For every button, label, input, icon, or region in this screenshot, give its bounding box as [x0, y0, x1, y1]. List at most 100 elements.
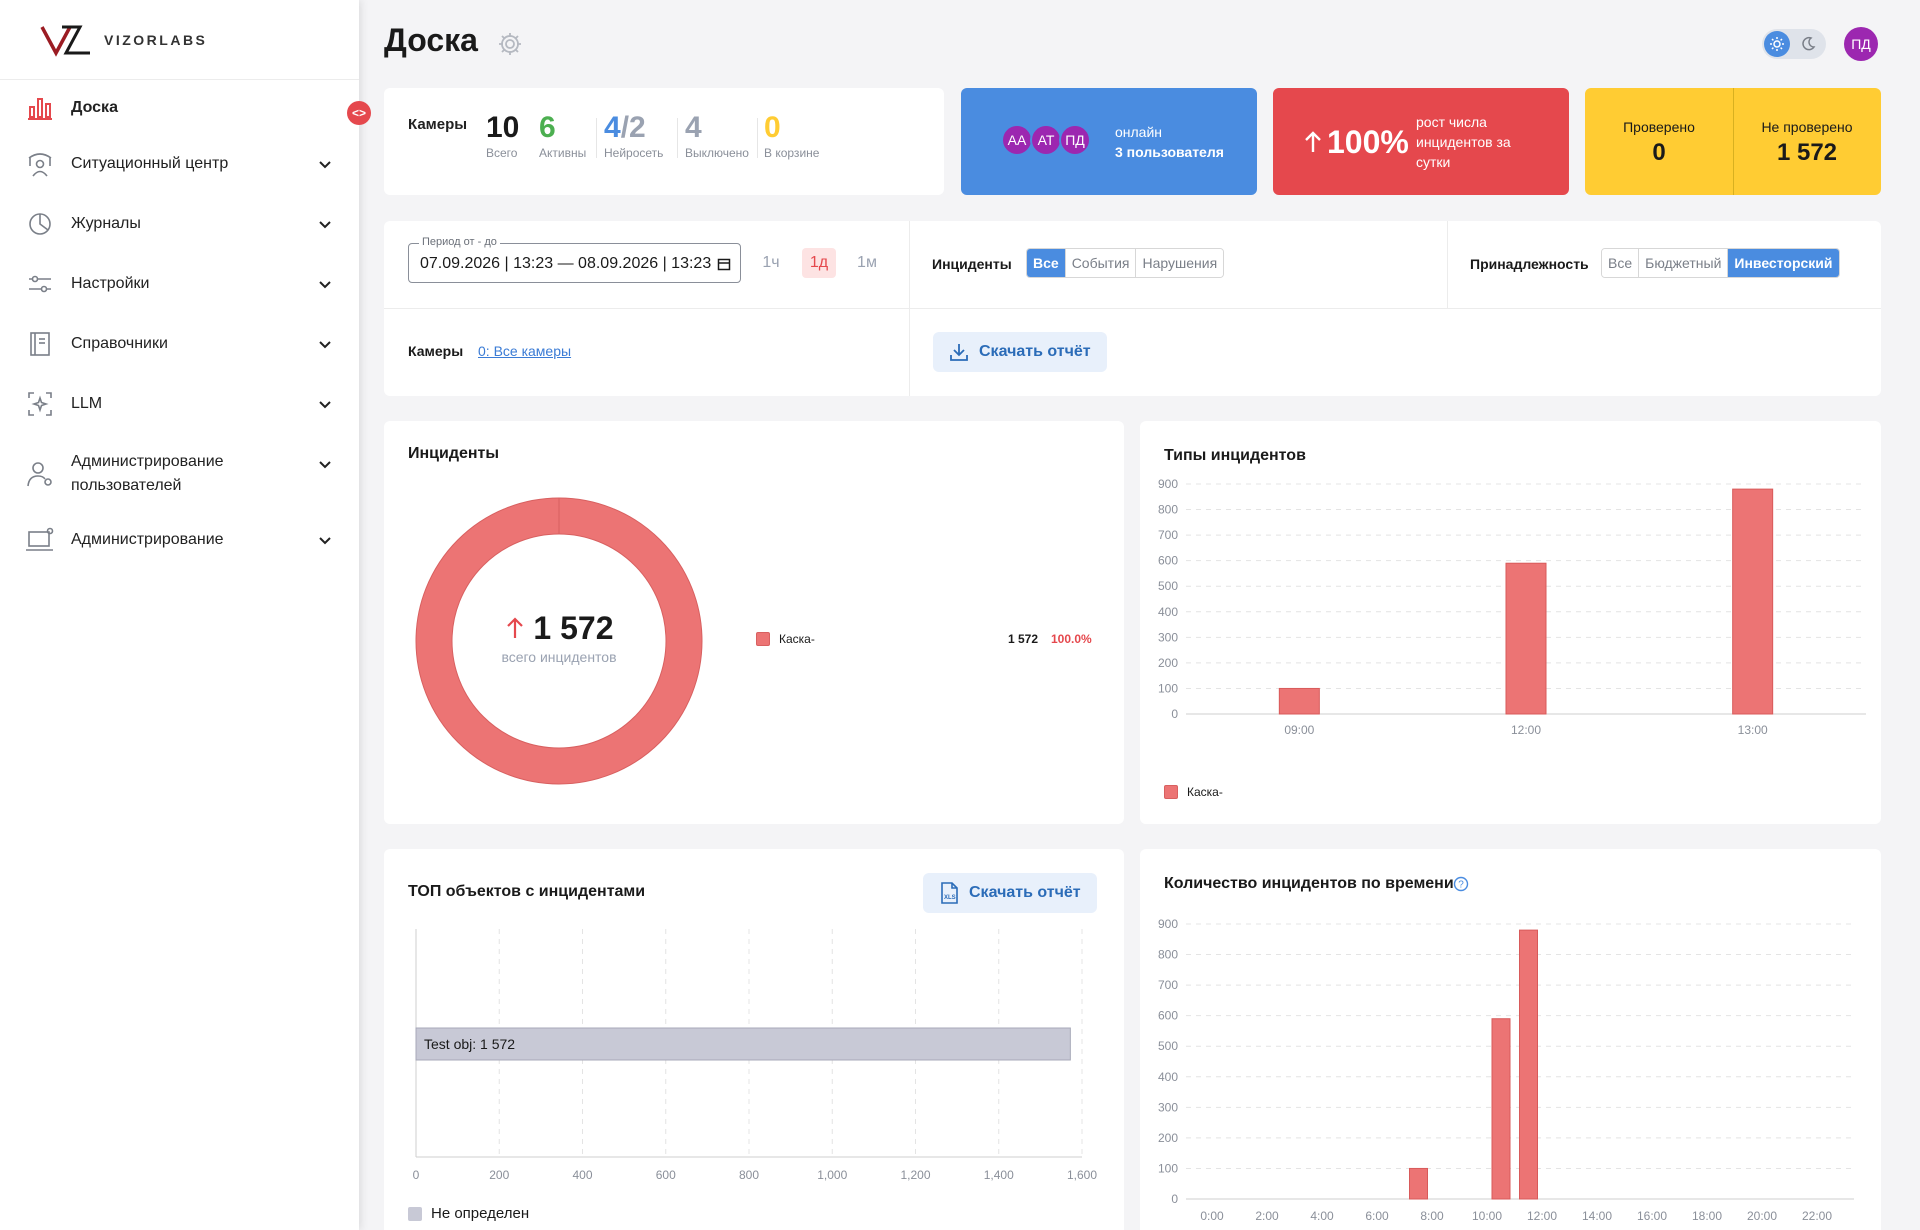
bar [1278, 687, 1320, 715]
y-tick-label: 0 [1171, 707, 1178, 721]
chevron-down-icon [319, 161, 331, 169]
unchecked-block[interactable]: Не проверено 1 572 [1733, 88, 1881, 195]
x-tick-label: 18:00 [1692, 1209, 1722, 1223]
x-tick-label: 4:00 [1310, 1209, 1334, 1223]
period-input[interactable]: Период от - до 07.09.2026 | 13:23 — 08.0… [408, 236, 741, 283]
online-label: онлайн [1115, 124, 1163, 140]
belonging-all-option[interactable]: Все [1602, 249, 1640, 277]
y-tick-label: 0 [1171, 1192, 1178, 1206]
y-tick-label: 800 [1158, 503, 1178, 517]
bar-label: Test obj: 1 572 [424, 1036, 515, 1052]
y-tick-label: 600 [1158, 1009, 1178, 1023]
legend-label: Не определен [431, 1205, 530, 1222]
bar [1491, 1018, 1511, 1200]
logo[interactable]: VIZORLABS [0, 0, 359, 80]
x-tick-label: 12:00 [1511, 723, 1541, 737]
growth-text: рост числа инцидентов за сутки [1416, 114, 1511, 170]
sidebar-collapse-button[interactable]: <> [347, 101, 371, 125]
avatar: АТ [1030, 124, 1062, 156]
range-1d-button[interactable]: 1д [802, 248, 836, 278]
belonging-investor-option[interactable]: Инвесторский [1728, 249, 1839, 277]
user-avatar[interactable]: ПД [1844, 27, 1878, 61]
avatar: ПД [1059, 124, 1091, 156]
cameras-title: Камеры [408, 116, 468, 133]
belonging-filter-segment: Все Бюджетный Инвесторский [1601, 248, 1840, 278]
cameras-trash-stat: 0 В корзине [764, 111, 820, 161]
brand-name: VIZORLABS [104, 31, 208, 48]
incidents-total: 1 572 [533, 610, 614, 646]
sidebar-item-references[interactable]: Справочники [0, 328, 359, 360]
checked-block[interactable]: Проверено 0 [1585, 88, 1733, 195]
cameras-neural-stat: 4/2 Нейросеть [604, 111, 664, 161]
sidebar-item-label: LLM [71, 395, 103, 412]
user-gear-icon [25, 459, 55, 489]
sliders-icon [25, 269, 55, 299]
stat-value: 4 [604, 111, 621, 144]
y-tick-label: 600 [1158, 554, 1178, 568]
sidebar-item-settings[interactable]: Настройки [0, 268, 359, 300]
sidebar-item-board[interactable]: Доска [0, 92, 359, 124]
stat-value-secondary: /2 [620, 111, 646, 144]
stat-caption: Выключено [685, 146, 749, 160]
legend-label: Каска- [1187, 785, 1223, 799]
incidents-chart-title: Инциденты [408, 445, 500, 462]
sidebar-item-user-admin[interactable]: Администрирование пользователей [0, 448, 359, 500]
bar [1732, 488, 1774, 715]
y-tick-label: 700 [1158, 528, 1178, 542]
incidents-all-option[interactable]: Все [1027, 249, 1066, 277]
gear-icon[interactable] [497, 31, 523, 57]
sidebar-item-journals[interactable]: Журналы [0, 208, 359, 240]
vizorlabs-logo-icon [40, 25, 90, 57]
online-users-card[interactable]: АА АТ ПД онлайн 3 пользователя [961, 88, 1257, 195]
theme-toggle[interactable] [1762, 29, 1826, 59]
incidents-by-time-card: Количество инцидентов по времени ? 0 100 2… [1140, 849, 1881, 1230]
divider [1447, 221, 1448, 308]
stat-value: 0 [764, 111, 781, 144]
stat-caption: Нейросеть [604, 146, 664, 160]
period-label: Период от - до [419, 236, 500, 248]
x-tick-label: 12:00 [1527, 1209, 1557, 1223]
calendar-icon[interactable] [717, 257, 731, 271]
x-tick-label: 10:00 [1472, 1209, 1502, 1223]
x-tick-label: 8:00 [1420, 1209, 1444, 1223]
chevron-down-icon [319, 341, 331, 349]
laptop-gear-icon [25, 525, 55, 555]
x-tick-label: 20:00 [1747, 1209, 1777, 1223]
page-title: Доска [384, 22, 478, 58]
x-tick-label: 14:00 [1582, 1209, 1612, 1223]
online-count: 3 пользователя [1115, 144, 1224, 160]
incidents-events-option[interactable]: События [1065, 249, 1137, 277]
stat-caption: Активны [539, 146, 587, 160]
incident-types-chart: 0 100 200 300 400 500 600 700 800 900 09:00 12:00 13… [1158, 477, 1866, 737]
chevron-down-icon [319, 537, 331, 545]
sidebar-item-situation-center[interactable]: Ситуационный центр [0, 148, 359, 180]
download-report-button[interactable]: Скачать отчёт [933, 332, 1107, 372]
sidebar-item-label: Доска [71, 99, 118, 116]
download-icon [950, 344, 968, 361]
y-tick-label: 800 [1158, 948, 1178, 962]
cameras-filter-link[interactable]: 0: Все камеры [478, 343, 571, 359]
x-tick-label: 09:00 [1284, 723, 1314, 737]
stat-value: 6 [539, 111, 556, 144]
avatar: АА [1001, 124, 1033, 156]
sidebar-item-admin[interactable]: Администрирование [0, 524, 359, 556]
belonging-budget-option[interactable]: Бюджетный [1639, 249, 1729, 277]
sun-icon [1764, 31, 1790, 57]
book-icon [25, 329, 55, 359]
chevron-down-icon [319, 221, 331, 229]
arrow-up-icon [1305, 131, 1321, 152]
stat-caption: В корзине [764, 146, 820, 160]
llm-icon [25, 389, 55, 419]
incidents-violations-option[interactable]: Нарушения [1136, 249, 1224, 277]
x-tick-label: 1,400 [984, 1168, 1014, 1182]
chevron-down-icon [319, 401, 331, 409]
y-tick-label: 300 [1158, 1100, 1178, 1114]
x-tick-label: 200 [489, 1168, 509, 1182]
x-tick-label: 13:00 [1738, 723, 1768, 737]
range-1h-button[interactable]: 1ч [756, 248, 786, 278]
x-tick-label: 1,000 [817, 1168, 847, 1182]
range-1m-button[interactable]: 1м [852, 248, 882, 278]
x-tick-label: 2:00 [1255, 1209, 1279, 1223]
sidebar-item-llm[interactable]: LLM [0, 388, 359, 420]
legend-swatch [408, 1207, 422, 1221]
